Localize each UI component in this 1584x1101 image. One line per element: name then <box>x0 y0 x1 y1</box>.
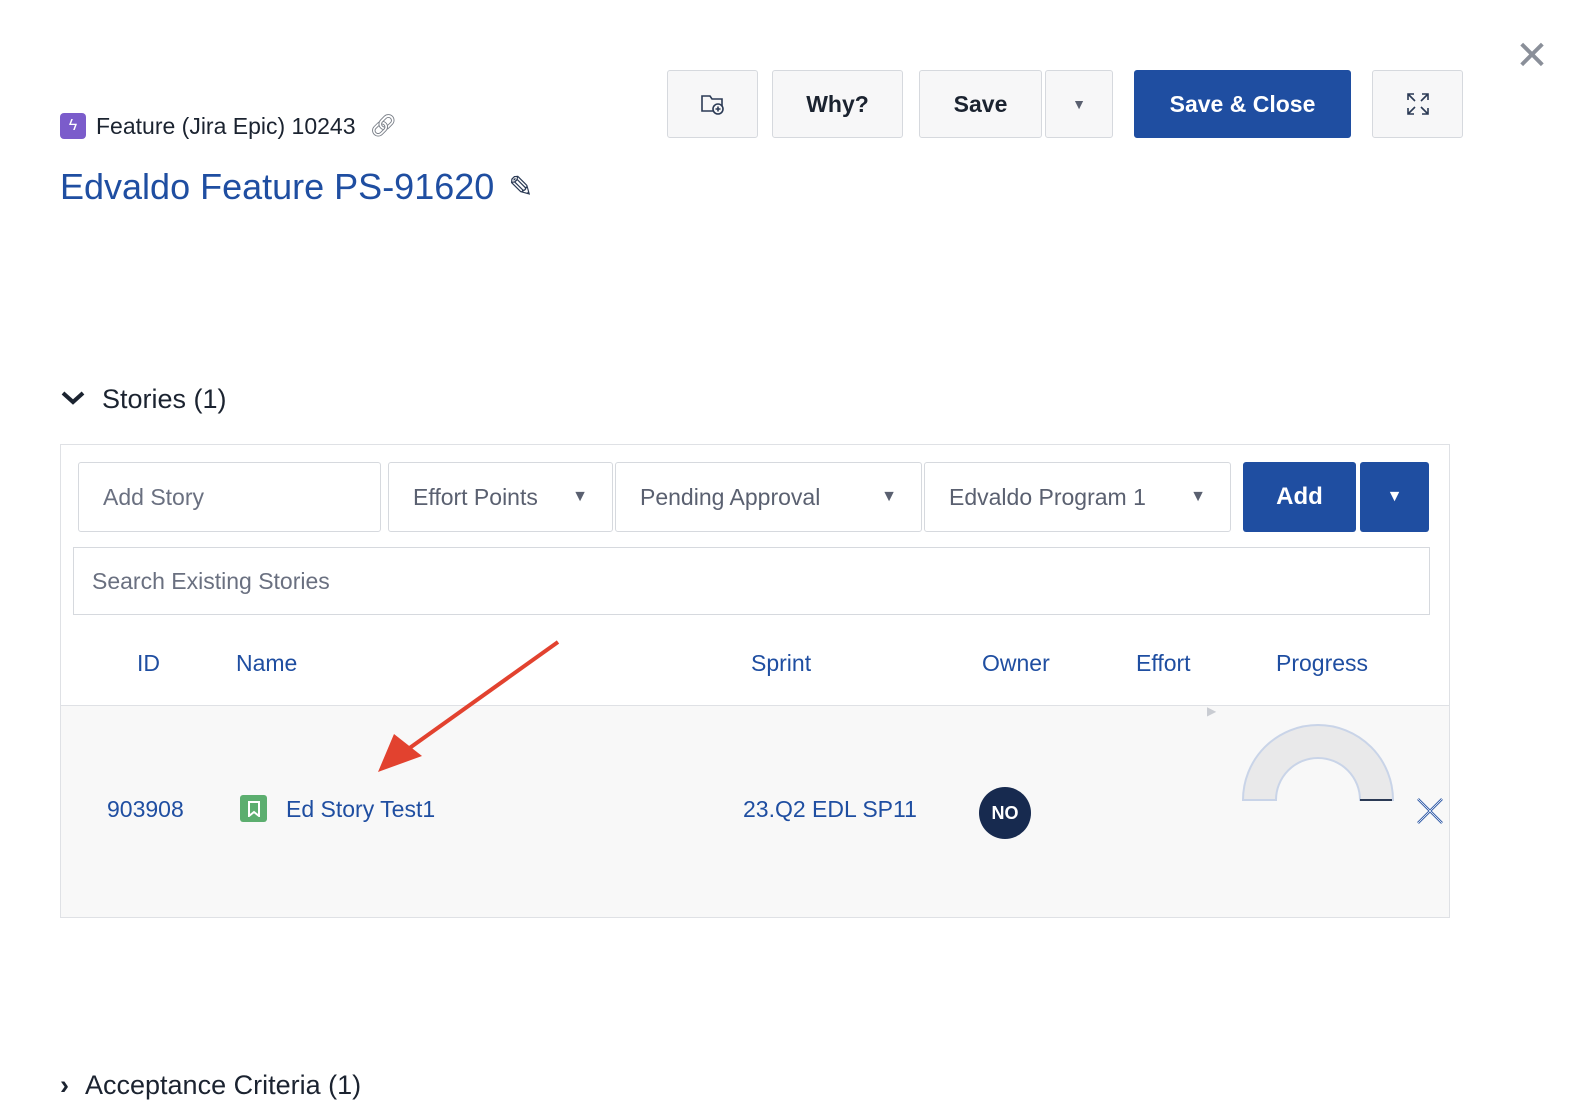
acceptance-criteria-title: Acceptance Criteria (1) <box>85 1070 362 1100</box>
progress-gauge <box>1241 724 1395 801</box>
add-to-folder-button[interactable] <box>667 70 758 138</box>
status-select[interactable]: Pending Approval ▼ <box>615 462 922 532</box>
column-header-progress[interactable]: Progress <box>1276 650 1368 677</box>
link-icon[interactable]: 🔗︎ <box>370 113 398 139</box>
item-type-row: ϟ Feature (Jira Epic) 10243 🔗︎ <box>60 110 397 142</box>
expand-icon <box>1406 93 1429 115</box>
sort-indicator-icon: ▶ <box>1207 704 1217 718</box>
item-type-label: Feature (Jira Epic) 10243 <box>96 112 356 139</box>
why-button[interactable]: Why? <box>772 70 903 138</box>
owner-avatar[interactable]: NO <box>979 787 1031 839</box>
story-id[interactable]: 903908 <box>107 796 184 823</box>
add-folder-icon <box>700 95 724 115</box>
column-header-name[interactable]: Name <box>236 650 297 677</box>
effort-select-value: Effort Points <box>413 483 538 510</box>
column-header-effort[interactable]: Effort <box>1136 650 1191 677</box>
close-icon[interactable]: ✕ <box>1512 36 1552 76</box>
program-select-value: Edvaldo Program 1 <box>949 483 1146 510</box>
column-header-id[interactable]: ID <box>137 650 160 677</box>
feature-icon: ϟ <box>60 113 86 139</box>
annotation-arrow <box>378 640 560 772</box>
chevron-down-icon <box>60 386 86 414</box>
add-story-button[interactable]: Add <box>1243 462 1356 532</box>
save-close-button[interactable]: Save & Close <box>1134 70 1351 138</box>
pencil-icon[interactable]: ✎ <box>508 170 533 205</box>
acceptance-criteria-section-header[interactable]: › Acceptance Criteria (1) <box>60 1070 361 1101</box>
program-select[interactable]: Edvaldo Program 1 ▼ <box>924 462 1231 532</box>
chevron-down-icon: ▼ <box>1190 488 1206 505</box>
chevron-down-icon: ▼ <box>572 488 588 505</box>
add-options-button[interactable]: ▼ <box>1360 462 1429 532</box>
effort-select[interactable]: Effort Points ▼ <box>388 462 613 532</box>
save-options-button[interactable]: ▼ <box>1045 70 1113 138</box>
page-title[interactable]: Edvaldo Feature PS-91620 <box>60 166 494 208</box>
status-select-value: Pending Approval <box>640 483 821 510</box>
story-sprint[interactable]: 23.Q2 EDL SP11 <box>743 796 917 823</box>
column-header-sprint[interactable]: Sprint <box>751 650 811 677</box>
search-existing-stories-input[interactable]: Search Existing Stories <box>73 547 1430 615</box>
column-header-owner[interactable]: Owner <box>982 650 1050 677</box>
stories-section-header[interactable]: Stories (1) <box>60 384 227 415</box>
title-row: Edvaldo Feature PS-91620 ✎ <box>60 166 533 208</box>
add-story-input[interactable]: Add Story <box>78 462 381 532</box>
chevron-down-icon: ▼ <box>1386 488 1403 505</box>
expand-button[interactable] <box>1372 70 1463 138</box>
save-button[interactable]: Save <box>919 70 1042 138</box>
chevron-right-icon: › <box>60 1070 69 1100</box>
stories-section-title: Stories (1) <box>102 384 227 414</box>
remove-icon[interactable] <box>1415 796 1445 826</box>
chevron-down-icon: ▼ <box>881 488 897 505</box>
story-name-link[interactable]: Ed Story Test1 <box>286 796 435 823</box>
chevron-down-icon: ▼ <box>1072 96 1086 112</box>
story-icon <box>240 795 267 822</box>
